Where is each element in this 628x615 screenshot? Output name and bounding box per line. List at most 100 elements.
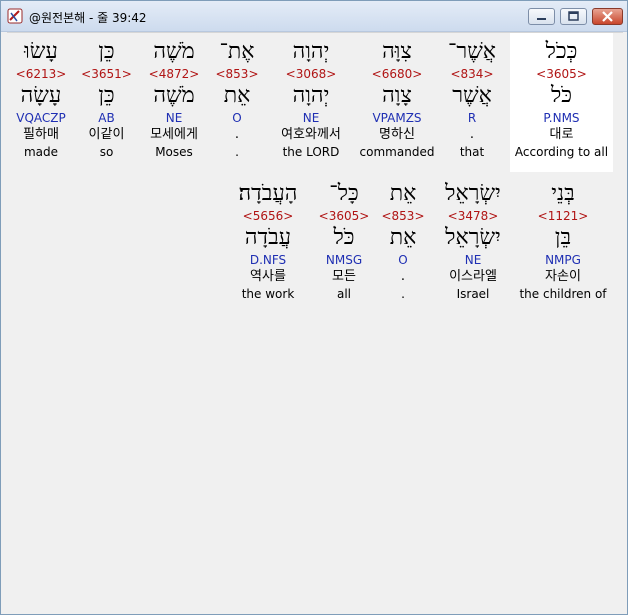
lemma-text: עָשָׂה <box>20 83 62 108</box>
hebrew-text: בְּנֵי <box>551 181 575 206</box>
parse-code: NE <box>302 111 320 125</box>
word-et-2[interactable]: אֵת <853> אֵת O . . <box>378 175 428 302</box>
hebrew-text: הָעֲבֹדָה׃ <box>238 181 298 206</box>
korean-gloss: 여호와께서 <box>281 127 341 142</box>
strong-number: <3605> <box>318 209 370 223</box>
korean-gloss: 필하매 <box>23 127 59 142</box>
korean-gloss: 대로 <box>549 127 574 142</box>
lemma-text: אֲשֶׁר <box>452 83 492 108</box>
word-ken[interactable]: כֵּן <3651> כֵּן AB 이같이 so <box>79 33 134 160</box>
parse-code: NMPG <box>545 253 581 267</box>
word-tsivvah[interactable]: צִוָּה <6680> צָוָה VPAMZS 명하신 commanded <box>357 33 437 160</box>
hebrew-text: אֵת <box>389 181 417 206</box>
strong-number: <853> <box>215 67 259 81</box>
maximize-button[interactable] <box>560 8 587 25</box>
korean-gloss: 이같이 <box>88 127 125 142</box>
english-gloss: Israel <box>456 287 490 301</box>
lemma-text: מֹשֶׁה <box>153 83 195 108</box>
lemma-text: עֲבֹדָה <box>244 225 292 250</box>
english-gloss: the work <box>241 287 295 301</box>
english-gloss: . <box>235 145 239 159</box>
minimize-button[interactable] <box>528 8 555 25</box>
word-bene[interactable]: בְּנֵי <1121> בֵּן NMPG 자손이 the children… <box>515 175 611 302</box>
title-bar[interactable]: @원전본해 - 줄 39:42 <box>1 1 627 32</box>
korean-gloss: 명하신 <box>379 127 415 142</box>
lemma-text: אֵת <box>389 225 417 250</box>
hebrew-text: יִשְׂרָאֵל <box>445 181 501 206</box>
parse-code: O <box>398 253 408 267</box>
hebrew-text: אֲשֶׁר־ <box>447 39 496 64</box>
word-yhwh[interactable]: יְהוָה <3068> יְהוָה NE 여호와께서 the LORD <box>269 33 353 160</box>
parse-code: NE <box>165 111 183 125</box>
lemma-text: בֵּן <box>554 225 572 250</box>
word-asher[interactable]: אֲשֶׁר־ <834> אֲשֶׁר R . that <box>437 33 507 160</box>
hebrew-text: כָּל־ <box>329 181 359 206</box>
korean-gloss: . <box>469 127 475 142</box>
english-gloss: made <box>23 145 59 159</box>
hebrew-text: מֹשֶׁה <box>153 39 195 64</box>
english-gloss: Moses <box>155 145 193 159</box>
english-gloss: the children of <box>519 287 607 301</box>
korean-gloss: . <box>234 127 240 142</box>
parse-code: AB <box>98 111 115 125</box>
parse-code: R <box>467 111 477 125</box>
hebrew-text: יְהוָה <box>292 39 330 64</box>
strong-number: <3605> <box>536 67 587 81</box>
hebrew-text: כֵּן <box>98 39 115 64</box>
english-gloss: that <box>459 145 485 159</box>
strong-number: <1121> <box>537 209 589 223</box>
strong-number: <834> <box>450 67 494 81</box>
strong-number: <3478> <box>447 209 499 223</box>
word-asu[interactable]: עָשׂוּ <6213> עָשָׂה VQACZP 필하매 made <box>11 33 71 160</box>
hebrew-text: צִוָּה <box>382 39 412 64</box>
maximize-icon <box>568 11 579 21</box>
minimize-icon <box>537 18 546 20</box>
close-button[interactable] <box>592 8 623 25</box>
parse-code: VQACZP <box>16 111 66 125</box>
english-gloss: so <box>99 145 114 159</box>
strong-number: <853> <box>381 209 425 223</box>
hebrew-text: אֶת־ <box>219 39 255 64</box>
english-gloss: the LORD <box>282 145 340 159</box>
korean-gloss: . <box>400 269 406 284</box>
hebrew-text: כְּכֹל <box>545 39 578 64</box>
parse-code: VPAMZS <box>372 111 422 125</box>
word-kol-2[interactable]: כָּל־ <3605> כֹּל NMSG 모든 all <box>314 175 374 302</box>
lemma-text: צָוָה <box>382 83 412 108</box>
word-haavodah[interactable]: הָעֲבֹדָה׃ <5656> עֲבֹדָה D.NFS 역사를 the … <box>225 175 311 302</box>
lemma-text: כֹּל <box>550 83 573 108</box>
hebrew-text: עָשׂוּ <box>24 39 58 64</box>
english-gloss: commanded <box>359 145 435 159</box>
word-israel[interactable]: יִשְׂרָאֵל <3478> יִשְׂרָאֵל NE 이스라엘 Isr… <box>435 175 511 302</box>
strong-number: <6213> <box>15 67 67 81</box>
korean-gloss: 모세에게 <box>150 127 198 142</box>
strong-number: <5656> <box>242 209 294 223</box>
english-gloss: . <box>401 287 405 301</box>
close-icon <box>602 11 613 22</box>
strong-number: <3068> <box>285 67 337 81</box>
parse-code: O <box>232 111 242 125</box>
korean-gloss: 역사를 <box>250 269 286 284</box>
app-icon <box>7 8 23 24</box>
window-title: @원전본해 - 줄 39:42 <box>29 11 147 25</box>
app-window: @원전본해 - 줄 39:42 כְּכֹל <3605> כֹּל P.NMS… <box>0 0 628 615</box>
lemma-text: יִשְׂרָאֵל <box>445 225 501 250</box>
english-gloss: According to all <box>514 145 609 159</box>
lemma-text: יְהוָה <box>292 83 330 108</box>
parse-code: P.NMS <box>543 111 580 125</box>
strong-number: <4872> <box>148 67 200 81</box>
lemma-text: כֵּן <box>98 83 115 108</box>
lemma-text: אֵת <box>223 83 251 108</box>
lemma-text: כֹּל <box>333 225 355 250</box>
word-et[interactable]: אֶת־ <853> אֵת O . . <box>212 33 262 160</box>
korean-gloss: 자손이 <box>545 269 581 284</box>
korean-gloss: 모든 <box>332 269 356 284</box>
parse-code: D.NFS <box>249 253 287 267</box>
word-moshe[interactable]: מֹשֶׁה <4872> מֹשֶׁה NE 모세에게 Moses <box>143 33 205 160</box>
parse-code: NE <box>464 253 482 267</box>
interlinear-view[interactable]: כְּכֹל <3605> כֹּל P.NMS 대로 According to… <box>7 32 623 611</box>
word-kol[interactable]: כְּכֹל <3605> כֹּל P.NMS 대로 According to… <box>510 33 613 172</box>
english-gloss: all <box>336 287 352 301</box>
korean-gloss: 이스라엘 <box>449 269 497 284</box>
strong-number: <6680> <box>371 67 423 81</box>
